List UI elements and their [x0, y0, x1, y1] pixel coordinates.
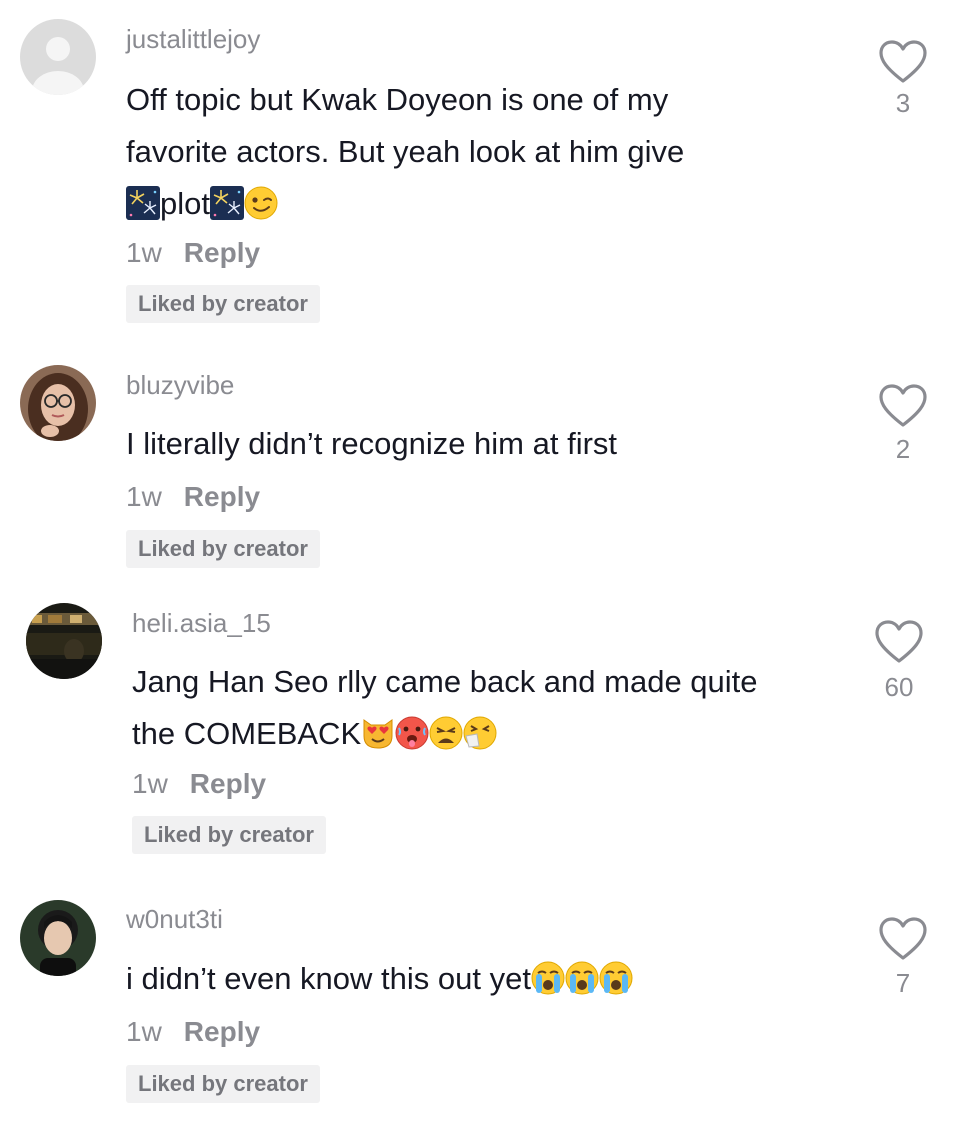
comment-text: Off topic but Kwak Doyeon is one of my f…	[126, 74, 826, 230]
comment-time: 1w	[126, 1016, 162, 1047]
comment-meta: 1w Reply	[126, 1016, 260, 1048]
comment-username[interactable]: heli.asia_15	[132, 608, 271, 639]
heart-eyes-cat-icon	[361, 716, 395, 750]
like-count: 3	[895, 88, 911, 118]
like-button[interactable]	[878, 40, 928, 84]
liked-by-creator-badge: Liked by creator	[126, 285, 320, 323]
loudly-crying-face-icon	[565, 961, 599, 995]
liked-by-creator-badge: Liked by creator	[126, 1065, 320, 1103]
young-man-photo	[20, 900, 96, 976]
avatar[interactable]	[26, 603, 102, 679]
comment-text: i didn’t even know this out yet	[126, 953, 826, 1005]
comment-username[interactable]: justalittlejoy	[126, 24, 260, 55]
comment-time: 1w	[132, 768, 168, 799]
sneezing-face-icon	[463, 716, 497, 750]
reply-button[interactable]: Reply	[190, 768, 266, 799]
fireworks-icon	[126, 186, 160, 220]
reply-button[interactable]: Reply	[184, 237, 260, 268]
heart-icon	[878, 917, 928, 961]
comment-time: 1w	[126, 237, 162, 268]
comment-text-line: Off topic but Kwak Doyeon is one of my	[126, 82, 669, 117]
comment-text-line: Jang Han Seo rlly came back and made qui…	[132, 664, 758, 699]
loudly-crying-face-icon	[531, 961, 565, 995]
dark-scene-photo	[26, 603, 102, 679]
hot-face-icon	[395, 716, 429, 750]
comment-text-content: i didn’t even know this out yet	[126, 961, 531, 996]
like-count: 2	[895, 434, 911, 464]
comment-time: 1w	[126, 481, 162, 512]
comment-text: Jang Han Seo rlly came back and made qui…	[132, 656, 832, 760]
heart-icon	[874, 620, 924, 664]
comment-username[interactable]: w0nut3ti	[126, 904, 223, 935]
default-avatar-icon	[20, 19, 96, 95]
comment-text-line: favorite actors. But yeah look at him gi…	[126, 134, 685, 169]
avatar[interactable]	[20, 900, 96, 976]
comment-username[interactable]: bluzyvibe	[126, 370, 234, 401]
comment-text-line: the COMEBACK	[132, 708, 832, 760]
loudly-crying-face-icon	[599, 961, 633, 995]
like-count: 60	[884, 672, 914, 702]
winking-face-icon	[244, 186, 278, 220]
comment-meta: 1w Reply	[132, 768, 266, 800]
comment-meta: 1w Reply	[126, 481, 260, 513]
comment-text-tail: the COMEBACK	[132, 716, 362, 751]
avatar[interactable]	[20, 365, 96, 441]
heart-icon	[878, 40, 928, 84]
comment-text: I literally didn’t recognize him at firs…	[126, 418, 826, 470]
like-button[interactable]	[878, 384, 928, 428]
comment-meta: 1w Reply	[126, 237, 260, 269]
reply-button[interactable]: Reply	[184, 1016, 260, 1047]
like-count: 7	[895, 968, 911, 998]
woman-with-glasses-photo	[20, 365, 96, 441]
comment-text-line: plot	[126, 178, 826, 230]
liked-by-creator-badge: Liked by creator	[132, 816, 326, 854]
heart-icon	[878, 384, 928, 428]
comment-text-tail: plot	[160, 186, 210, 221]
comment-text-line: I literally didn’t recognize him at firs…	[126, 426, 618, 461]
weary-face-icon	[429, 716, 463, 750]
like-button[interactable]	[874, 620, 924, 664]
comment-text-line: i didn’t even know this out yet	[126, 953, 826, 1005]
fireworks-icon	[210, 186, 244, 220]
like-button[interactable]	[878, 917, 928, 961]
liked-by-creator-badge: Liked by creator	[126, 530, 320, 568]
reply-button[interactable]: Reply	[184, 481, 260, 512]
avatar[interactable]	[20, 19, 96, 95]
